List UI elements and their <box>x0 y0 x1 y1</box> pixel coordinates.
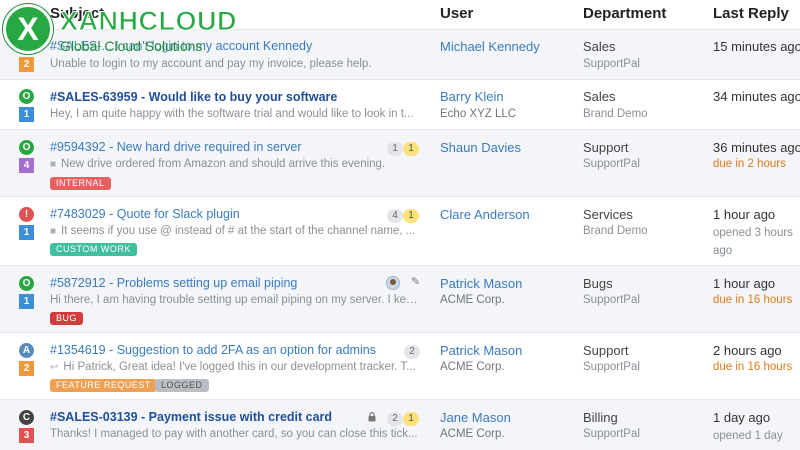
priority-badge: 3 <box>19 428 34 443</box>
ticket-excerpt: ■ New drive ordered from Amazon and shoul… <box>50 158 386 170</box>
ticket-subject-link[interactable]: #9594392 - New hard drive required in se… <box>50 140 302 154</box>
priority-badge: 1 <box>19 225 34 240</box>
ticket-excerpt: Thanks! I managed to pay with another ca… <box>50 428 418 440</box>
organisation: ACME Corp. <box>440 361 505 373</box>
ticket-excerpt: Hey, I am quite happy with the software … <box>50 108 414 120</box>
lock-icon <box>368 412 376 422</box>
user-link[interactable]: Michael Kennedy <box>440 39 540 54</box>
reply-counts: 11 <box>387 142 419 156</box>
user-link[interactable]: Shaun Davies <box>440 140 521 155</box>
priority-badge: 2 <box>19 361 34 376</box>
due-time: due in 16 hours <box>713 294 793 306</box>
status-closed-icon: C <box>19 410 34 425</box>
table-row[interactable]: A 2 #1354619 - Suggestion to add 2FA as … <box>0 333 800 400</box>
operator-avatar <box>386 276 400 290</box>
brand: SupportPal <box>583 294 640 306</box>
priority-badge: 4 <box>19 158 34 173</box>
organisation: ACME Corp. <box>440 428 505 440</box>
brand: SupportPal <box>583 361 640 373</box>
ticket-subject-link[interactable]: #SALES-03139 - Payment issue with credit… <box>50 410 332 424</box>
due-time: due in 2 hours <box>713 158 786 170</box>
message-count: 1 <box>387 142 403 156</box>
note-count: 1 <box>403 142 419 156</box>
column-department[interactable]: Department <box>583 5 666 22</box>
column-last-reply[interactable]: Last Reply <box>713 5 789 22</box>
status-awaiting-icon: A <box>19 343 34 358</box>
opened-time: opened 1 day ago <box>713 430 783 450</box>
reply-icon: ↩ <box>50 362 59 373</box>
table-row[interactable]: O 1 #SALES-63959 - Would like to buy you… <box>0 80 800 130</box>
last-reply-time: 34 minutes ago <box>713 89 800 104</box>
last-reply-time: 1 day ago <box>713 410 771 425</box>
user-link[interactable]: Patrick Mason <box>440 343 522 358</box>
logo-mark-icon: X <box>3 4 53 54</box>
ticket-subject-link[interactable]: #5872912 - Problems setting up email pip… <box>50 276 297 290</box>
last-reply-time: 1 hour ago <box>713 276 776 291</box>
ticket-excerpt: ■ It seems if you use @ instead of # at t… <box>50 225 416 237</box>
message-count: 2 <box>404 345 420 359</box>
brand: SupportPal <box>583 58 640 70</box>
ticket-subject-link[interactable]: #7483029 - Quote for Slack plugin <box>50 207 240 221</box>
department: Sales <box>583 39 616 54</box>
department: Support <box>583 140 629 155</box>
table-row[interactable]: C 3 #SALES-03139 - Payment issue with cr… <box>0 400 800 450</box>
status-open-icon: O <box>19 89 34 104</box>
priority-badge: 1 <box>19 294 34 309</box>
user-link[interactable]: Patrick Mason <box>440 276 522 291</box>
column-user[interactable]: User <box>440 5 473 22</box>
priority-badge: 1 <box>19 107 34 122</box>
reply-counts: 41 <box>387 209 419 223</box>
department: Sales <box>583 89 616 104</box>
ticket-subject-link[interactable]: #SALES-63959 - Would like to buy your so… <box>50 90 337 104</box>
logo-name: XANHCLOUD <box>60 6 238 37</box>
brand: Brand Demo <box>583 225 648 237</box>
note-count: 1 <box>403 412 419 426</box>
organisation: ACME Corp. <box>440 294 505 306</box>
user-link[interactable]: Jane Mason <box>440 410 511 425</box>
last-reply-time: 1 hour ago <box>713 207 776 222</box>
ticket-excerpt: Hi there, I am having trouble setting up… <box>50 294 422 306</box>
department: Support <box>583 343 629 358</box>
department: Bugs <box>583 276 613 291</box>
tag-internal[interactable]: INTERNAL <box>50 177 111 190</box>
xanhcloud-logo: X XANHCLOUD Global Cloud Solutions <box>0 0 240 62</box>
logo-tagline: Global Cloud Solutions <box>60 38 203 54</box>
status-open-icon: O <box>19 276 34 291</box>
note-count: 1 <box>403 209 419 223</box>
brand: Brand Demo <box>583 108 648 120</box>
message-count: 2 <box>387 412 403 426</box>
last-reply-time: 36 minutes ago <box>713 140 800 155</box>
table-row[interactable]: O 4 #9594392 - New hard drive required i… <box>0 130 800 197</box>
tag-bug[interactable]: BUG <box>50 312 84 325</box>
pencil-icon: ✎ <box>411 276 421 288</box>
tag-custom-work[interactable]: CUSTOM WORK <box>50 243 137 256</box>
tag-feature-request[interactable]: FEATURE REQUEST <box>50 379 157 392</box>
tag-logged[interactable]: LOGGED <box>155 379 209 392</box>
last-reply-time: 2 hours ago <box>713 343 782 358</box>
message-count: 4 <box>387 209 403 223</box>
reply-counts: 21 <box>387 412 419 426</box>
note-icon: ■ <box>50 159 57 170</box>
department: Billing <box>583 410 618 425</box>
brand: SupportPal <box>583 158 640 170</box>
due-time: due in 16 hours <box>713 361 793 373</box>
table-row[interactable]: ! 1 #7483029 - Quote for Slack plugin ■ I… <box>0 197 800 266</box>
user-link[interactable]: Barry Klein <box>440 89 504 104</box>
last-reply-time: 15 minutes ago <box>713 39 800 54</box>
status-alert-icon: ! <box>19 207 34 222</box>
ticket-excerpt: ↩ Hi Patrick, Great idea! I've logged thi… <box>50 361 416 373</box>
table-row[interactable]: O 1 #5872912 - Problems setting up email… <box>0 266 800 333</box>
brand: SupportPal <box>583 428 640 440</box>
ticket-subject-link[interactable]: #1354619 - Suggestion to add 2FA as an o… <box>50 343 376 357</box>
organisation: Echo XYZ LLC <box>440 108 517 120</box>
user-link[interactable]: Clare Anderson <box>440 207 530 222</box>
status-open-icon: O <box>19 140 34 155</box>
department: Services <box>583 207 633 222</box>
reply-counts: 2 <box>404 345 420 359</box>
opened-time: opened 3 hours ago <box>713 227 793 257</box>
note-icon: ■ <box>50 226 57 237</box>
